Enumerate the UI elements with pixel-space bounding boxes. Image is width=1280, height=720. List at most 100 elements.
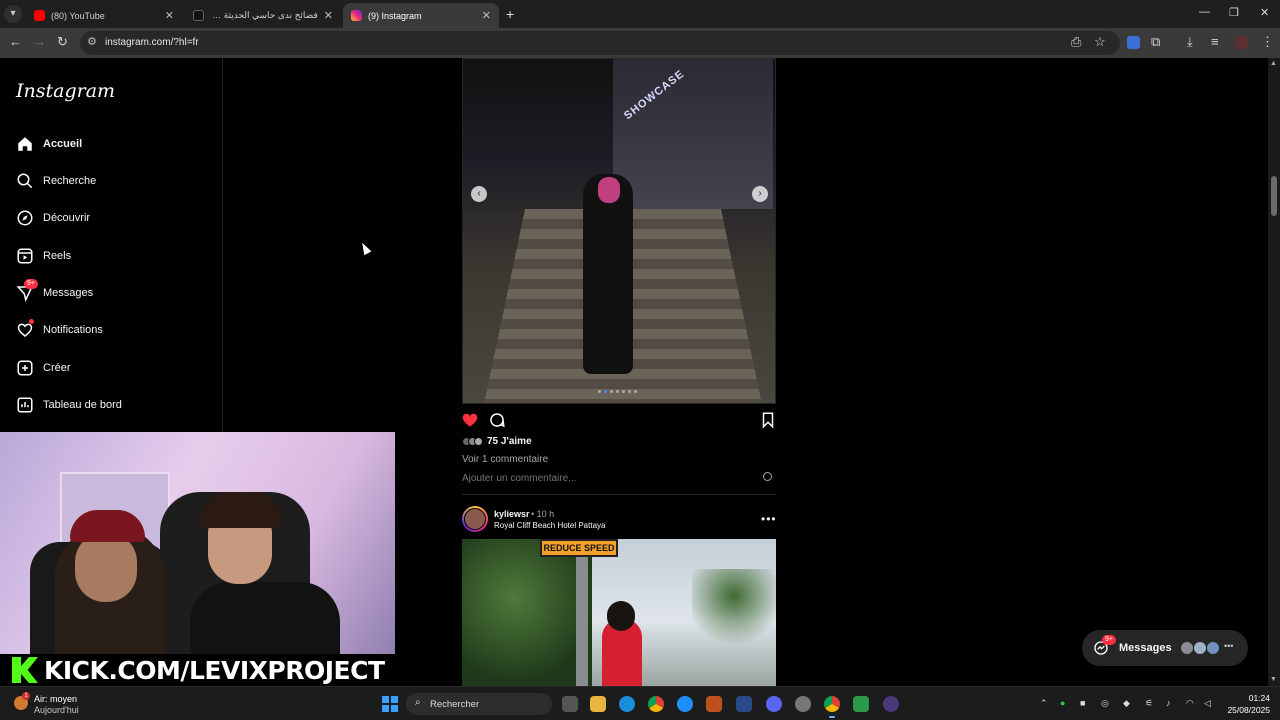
taskbar-clock-time[interactable]: 01:24 (1230, 693, 1270, 703)
site-info-icon[interactable]: ⚙ (87, 35, 97, 48)
weather-subtext: Aujourd'hui (34, 705, 79, 715)
window-close-icon[interactable]: ✕ (1260, 6, 1269, 19)
sidebar-item-tableau-de-bord[interactable]: Tableau de bord (16, 393, 122, 417)
tab-youtube[interactable]: (80) YouTube ✕ (26, 3, 182, 28)
add-comment-input[interactable] (462, 470, 776, 486)
address-bar[interactable]: ⚙ instagram.com/?hl=fr (80, 31, 1120, 55)
media-player-icon[interactable] (883, 696, 899, 712)
edge-icon[interactable] (619, 696, 635, 712)
install-app-icon[interactable]: ⎙ (1071, 34, 1081, 50)
back-icon[interactable]: ← (9, 34, 22, 49)
file-explorer-icon[interactable] (590, 696, 606, 712)
tray-overflow-icon[interactable]: ⌃ (1040, 698, 1048, 709)
tray-app-icon[interactable]: ■ (1080, 698, 1085, 708)
post-image[interactable]: REDUCE SPEED (462, 539, 776, 687)
download-icon[interactable]: ⤓ (1187, 34, 1193, 50)
taskbar-clock-date[interactable]: 25/08/2025 (1222, 705, 1270, 715)
view-comments-link[interactable]: Voir 1 commentaire (462, 454, 548, 465)
tab-instagram[interactable]: (9) Instagram ✕ (343, 3, 499, 28)
scroll-down-icon[interactable]: ▼ (1270, 676, 1277, 683)
heart-icon (16, 319, 34, 339)
wifi-icon[interactable]: ◠ (1186, 698, 1194, 709)
post-location[interactable]: Royal Cliff Beach Hotel Pattaya (494, 521, 605, 530)
comment-icon[interactable] (488, 411, 506, 429)
chrome-icon[interactable] (648, 696, 664, 712)
menu-kebab-icon[interactable]: ⋮ (1261, 34, 1274, 50)
page-scrollbar[interactable]: ▲ ▼ (1268, 58, 1280, 686)
like-heart-icon[interactable] (461, 411, 479, 429)
sidebar-item-decouvrir[interactable]: Découvrir (16, 206, 90, 230)
close-icon[interactable]: ✕ (165, 9, 174, 22)
carousel-dot (598, 390, 601, 393)
app-icon[interactable] (853, 696, 869, 712)
tray-app-icon[interactable]: ● (1060, 698, 1065, 708)
new-tab-icon[interactable]: + (506, 6, 514, 22)
app-icon[interactable] (736, 696, 752, 712)
more-options-icon[interactable]: ••• (761, 512, 777, 526)
windows-start-icon[interactable] (382, 696, 398, 712)
close-icon[interactable]: ✕ (482, 9, 491, 22)
sidebar-item-label: Accueil (43, 138, 83, 150)
carousel-prev-button[interactable]: ‹ (471, 186, 487, 202)
extensions-puzzle-icon[interactable]: ⧉ (1151, 34, 1160, 50)
carousel-dot-active (604, 390, 607, 393)
app-icon[interactable] (677, 696, 693, 712)
mouse-cursor (358, 240, 372, 256)
chrome-active-icon[interactable] (824, 696, 840, 718)
sidebar-item-recherche[interactable]: Recherche (16, 169, 96, 193)
microphone-icon[interactable]: ♪ (1166, 698, 1171, 708)
tray-app-icon[interactable]: ◎ (1101, 698, 1109, 709)
tab-title: (80) YouTube (51, 10, 105, 21)
carousel-dot (628, 390, 631, 393)
streamer-cap (70, 510, 145, 542)
weather-status[interactable]: Air: moyen (34, 694, 77, 704)
sidebar-item-accueil[interactable]: Accueil (16, 132, 82, 156)
tab-tiktok[interactable]: فضائح ندى حاسي الحديثة ورياح… ✕ (185, 3, 341, 28)
sidebar-item-label: Notifications (43, 324, 103, 336)
conversation-avatar (1193, 641, 1207, 655)
taskbar-search[interactable]: ⌕ Rechercher (406, 693, 552, 715)
plus-square-icon (16, 359, 34, 377)
forward-icon[interactable]: → (33, 34, 46, 49)
instagram-logo[interactable]: Instagram (16, 80, 115, 102)
restore-icon[interactable]: ❐ (1229, 6, 1239, 19)
post-author-avatar[interactable] (462, 506, 488, 532)
emoji-icon[interactable] (763, 472, 772, 481)
post-divider (462, 494, 776, 495)
close-icon[interactable]: ✕ (324, 9, 333, 22)
messages-floating-button[interactable]: 9+ Messages ••• (1082, 630, 1248, 666)
media-control-icon[interactable]: ≡ (1211, 34, 1219, 49)
minimize-icon[interactable]: — (1199, 6, 1210, 18)
carousel-dot (634, 390, 637, 393)
bookmark-star-icon[interactable]: ☆ (1094, 34, 1106, 50)
carousel-next-button[interactable]: › (752, 186, 768, 202)
app-icon[interactable] (706, 696, 722, 712)
reload-icon[interactable]: ↻ (57, 34, 68, 50)
instagram-sidebar: Instagram Accueil Recherche Découvrir Re… (0, 58, 223, 432)
bookmark-icon[interactable] (759, 411, 777, 429)
windows-taskbar: 1 Air: moyen Aujourd'hui ⌕ Rechercher ⌃ … (0, 686, 1280, 720)
scroll-thumb[interactable] (1271, 176, 1277, 216)
settings-icon[interactable] (795, 696, 811, 712)
scroll-up-icon[interactable]: ▲ (1270, 60, 1277, 67)
more-icon: ••• (1224, 641, 1234, 651)
weather-badge: 1 (22, 692, 30, 700)
tab-search-button[interactable]: ▾ (4, 5, 22, 23)
profile-avatar[interactable] (1234, 35, 1249, 50)
tray-app-icon[interactable]: ◆ (1123, 698, 1130, 709)
likes-row[interactable]: 75 J'aime (462, 436, 532, 447)
volume-icon[interactable]: ◁ (1204, 698, 1211, 709)
post-image[interactable]: SHOWCASE (462, 58, 776, 404)
sign-pole (576, 539, 588, 687)
extension-icon[interactable] (1127, 36, 1140, 49)
sidebar-item-reels[interactable]: Reels (16, 244, 71, 268)
sidebar-item-notifications[interactable]: Notifications (16, 318, 103, 342)
network-icon[interactable]: ⚟ (1145, 698, 1153, 709)
task-view-icon[interactable] (562, 696, 578, 712)
carousel-dot (616, 390, 619, 393)
man-figure (583, 174, 633, 374)
sidebar-item-messages[interactable]: 9+ Messages (16, 279, 93, 305)
post-author-username[interactable]: kyliewsr (494, 509, 530, 519)
discord-icon[interactable] (766, 696, 782, 712)
sidebar-item-creer[interactable]: Créer (16, 356, 71, 380)
